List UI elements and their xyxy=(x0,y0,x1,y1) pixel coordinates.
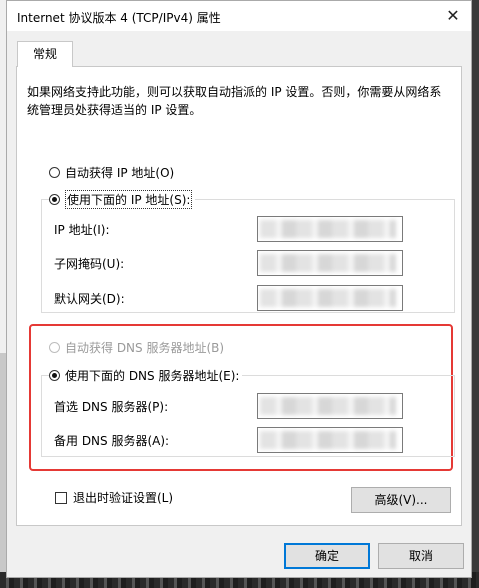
preferred-dns-label: 首选 DNS 服务器(P): xyxy=(54,400,169,414)
ip-address-label: IP 地址(I): xyxy=(54,223,110,237)
checkbox-unchecked-icon xyxy=(55,491,67,504)
redacted-value xyxy=(260,397,396,415)
cancel-button[interactable]: 取消 xyxy=(378,543,464,569)
title-bar: Internet 协议版本 4 (TCP/IPv4) 属性 ✕ xyxy=(7,1,471,31)
default-gateway-input[interactable] xyxy=(257,285,403,311)
ip-manual-label: 使用下面的 IP 地址(S): xyxy=(65,190,193,209)
subnet-mask-label: 子网掩码(U): xyxy=(54,257,125,271)
validate-on-exit-checkbox[interactable]: 退出时验证设置(L) xyxy=(55,489,173,506)
dns-manual-label: 使用下面的 DNS 服务器地址(E): xyxy=(65,369,240,383)
window-title: Internet 协议版本 4 (TCP/IPv4) 属性 xyxy=(17,11,221,25)
general-panel: 如果网络支持此功能，则可以获取自动指派的 IP 设置。否则，你需要从网络系统管理… xyxy=(16,66,462,526)
redacted-value xyxy=(260,254,396,272)
alternate-dns-input[interactable] xyxy=(257,427,403,453)
radio-off-icon xyxy=(49,167,60,178)
ipv4-properties-dialog: Internet 协议版本 4 (TCP/IPv4) 属性 ✕ 常规 如果网络支… xyxy=(6,0,472,578)
redacted-value xyxy=(260,220,396,238)
redacted-value xyxy=(260,431,396,449)
ip-auto-radio[interactable]: 自动获得 IP 地址(O) xyxy=(49,164,174,181)
dns-auto-label: 自动获得 DNS 服务器地址(B) xyxy=(65,341,225,355)
ok-button[interactable]: 确定 xyxy=(284,543,370,569)
description-text: 如果网络支持此功能，则可以获取自动指派的 IP 设置。否则，你需要从网络系统管理… xyxy=(27,85,442,117)
dns-auto-radio[interactable]: 自动获得 DNS 服务器地址(B) xyxy=(49,339,224,356)
dns-manual-radio[interactable]: 使用下面的 DNS 服务器地址(E): xyxy=(49,367,243,384)
close-icon[interactable]: ✕ xyxy=(441,5,465,27)
ip-address-input[interactable] xyxy=(257,216,403,242)
preferred-dns-input[interactable] xyxy=(257,393,403,419)
radio-on-icon xyxy=(49,370,60,381)
tab-general[interactable]: 常规 xyxy=(17,41,73,67)
default-gateway-label: 默认网关(D): xyxy=(54,292,125,306)
ip-manual-radio[interactable]: 使用下面的 IP 地址(S): xyxy=(49,190,196,209)
radio-on-icon xyxy=(49,194,60,205)
validate-on-exit-label: 退出时验证设置(L) xyxy=(73,491,174,505)
advanced-button[interactable]: 高级(V)... xyxy=(351,487,451,513)
redacted-value xyxy=(260,289,396,307)
ip-auto-label: 自动获得 IP 地址(O) xyxy=(65,166,175,180)
radio-off-icon xyxy=(49,342,60,353)
subnet-mask-input[interactable] xyxy=(257,250,403,276)
alternate-dns-label: 备用 DNS 服务器(A): xyxy=(54,434,170,448)
